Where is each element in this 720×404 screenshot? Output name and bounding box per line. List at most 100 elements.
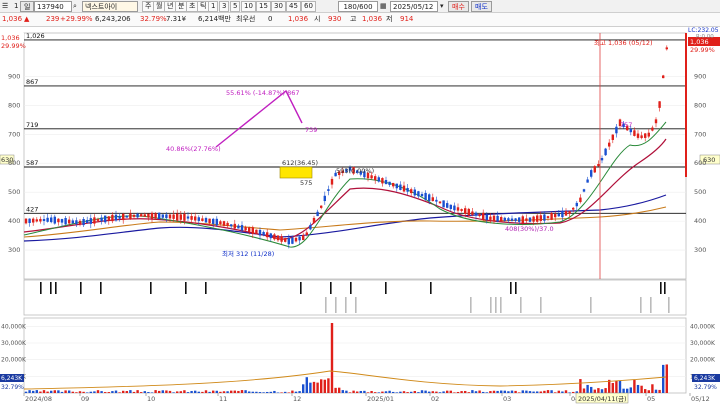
- period-button-10[interactable]: 15: [256, 1, 271, 12]
- candle-body: [154, 213, 157, 219]
- candle-body: [431, 197, 434, 202]
- candle-body: [428, 194, 431, 202]
- volume-bar: [381, 391, 384, 393]
- volume-bar: [496, 390, 499, 393]
- volume-bar: [370, 390, 373, 393]
- sell-button[interactable]: 매도: [471, 1, 492, 12]
- volume-bar: [89, 391, 92, 393]
- period-button-13[interactable]: 60: [301, 1, 316, 12]
- volume-bar: [28, 390, 31, 393]
- volume-bar: [568, 392, 571, 393]
- candle-body: [471, 211, 474, 215]
- signal-mark: [80, 282, 82, 294]
- date-field[interactable]: 2025/05/12: [390, 1, 438, 12]
- volume-bar: [132, 391, 136, 393]
- candle-body: [111, 214, 114, 222]
- candle-body: [464, 208, 467, 214]
- candle-body: [446, 203, 449, 208]
- signal-mark-gray: [345, 297, 347, 313]
- calendar-icon[interactable]: ▦: [380, 1, 387, 12]
- chart-tab-daily[interactable]: 일: [20, 1, 35, 12]
- period-button-12[interactable]: 45: [286, 1, 301, 12]
- candle-body: [172, 214, 175, 219]
- cursor-date: 2025/04/11(금): [578, 395, 627, 403]
- candle-body: [114, 214, 118, 221]
- x-tick-label: 10: [147, 395, 155, 403]
- candle-body: [474, 212, 478, 216]
- volume-bar: [600, 389, 604, 393]
- volume-bar: [640, 385, 643, 393]
- volume-bar: [582, 388, 586, 393]
- candle-body: [201, 218, 204, 221]
- candle-body: [129, 213, 132, 220]
- volume-bar: [615, 380, 618, 393]
- y-tick-label-right: 700: [694, 130, 706, 138]
- volume-tick-left: 40,000K: [1, 323, 27, 330]
- candle-body: [42, 219, 46, 222]
- volume-bar: [93, 391, 96, 393]
- right-volume: 6,243K: [694, 375, 716, 382]
- volume-bar: [233, 390, 236, 393]
- stock-name-field[interactable]: 넥스트아이: [82, 1, 138, 12]
- candle-body: [89, 218, 92, 224]
- period-button-11[interactable]: 30: [271, 1, 286, 12]
- candle-body: [593, 166, 596, 173]
- candle-body: [302, 235, 305, 241]
- volume-bar: [546, 390, 550, 393]
- dropdown-icon[interactable]: ▾: [440, 1, 444, 12]
- stock-code-input[interactable]: 137940: [34, 1, 72, 12]
- volume-bar: [392, 391, 395, 393]
- candle-body: [510, 218, 514, 221]
- candle-body: [78, 220, 82, 225]
- stock-chart[interactable]: 1,026 867 719 587 427 최고 1,036 (05/12) 55.61…: [0, 27, 720, 404]
- candle-body: [158, 212, 161, 220]
- volume-bar: [406, 392, 409, 393]
- period-button-7[interactable]: 3: [219, 1, 230, 12]
- candle-body: [305, 232, 308, 236]
- volume-bar: [528, 391, 532, 393]
- candle-body: [525, 218, 528, 221]
- candle-body: [467, 208, 470, 216]
- signal-mark: [664, 282, 666, 294]
- open-label: 시: [314, 15, 321, 23]
- period-button-6[interactable]: 1: [208, 1, 219, 12]
- volume-bar: [507, 391, 510, 393]
- volume-bar: [644, 389, 647, 393]
- candle-body: [248, 227, 251, 232]
- candle-body: [176, 213, 179, 221]
- candle-body: [514, 218, 517, 221]
- candle-body: [291, 237, 294, 244]
- signal-mark: [40, 282, 42, 294]
- volume-bar: [402, 391, 406, 393]
- volume-bar: [190, 390, 193, 393]
- volume-bar: [53, 390, 56, 393]
- candle-body: [143, 214, 146, 217]
- candle-body: [233, 223, 236, 229]
- candle-body: [287, 237, 290, 245]
- period-button-9[interactable]: 10: [241, 1, 256, 12]
- period-button-8[interactable]: 5: [230, 1, 241, 12]
- right-lc: LC:232.05: [688, 27, 719, 34]
- signal-mark: [510, 282, 512, 294]
- search-icon[interactable]: ⌕: [73, 1, 77, 12]
- volume-bar: [111, 391, 114, 393]
- candle-body: [518, 217, 521, 222]
- candle-body: [554, 214, 557, 218]
- menu-icon[interactable]: ☰: [2, 1, 12, 12]
- volume-bar: [629, 387, 632, 393]
- bar-count-field[interactable]: 180/600: [338, 1, 378, 12]
- trade-amount: 6,214백만: [198, 15, 231, 23]
- buy-button[interactable]: 매수: [448, 1, 469, 12]
- volume-bar: [356, 391, 359, 393]
- y-tick-label-left: 400: [8, 217, 20, 225]
- candle-body: [608, 142, 611, 147]
- volume-bar: [377, 392, 380, 393]
- volume-bar: [482, 391, 485, 393]
- volume-bar: [410, 391, 413, 393]
- candle-body: [64, 218, 67, 225]
- signal-mark: [515, 282, 517, 294]
- candle-body: [118, 216, 121, 219]
- candle-body: [453, 205, 456, 211]
- signal-mark: [50, 282, 52, 294]
- volume-bar: [622, 388, 625, 393]
